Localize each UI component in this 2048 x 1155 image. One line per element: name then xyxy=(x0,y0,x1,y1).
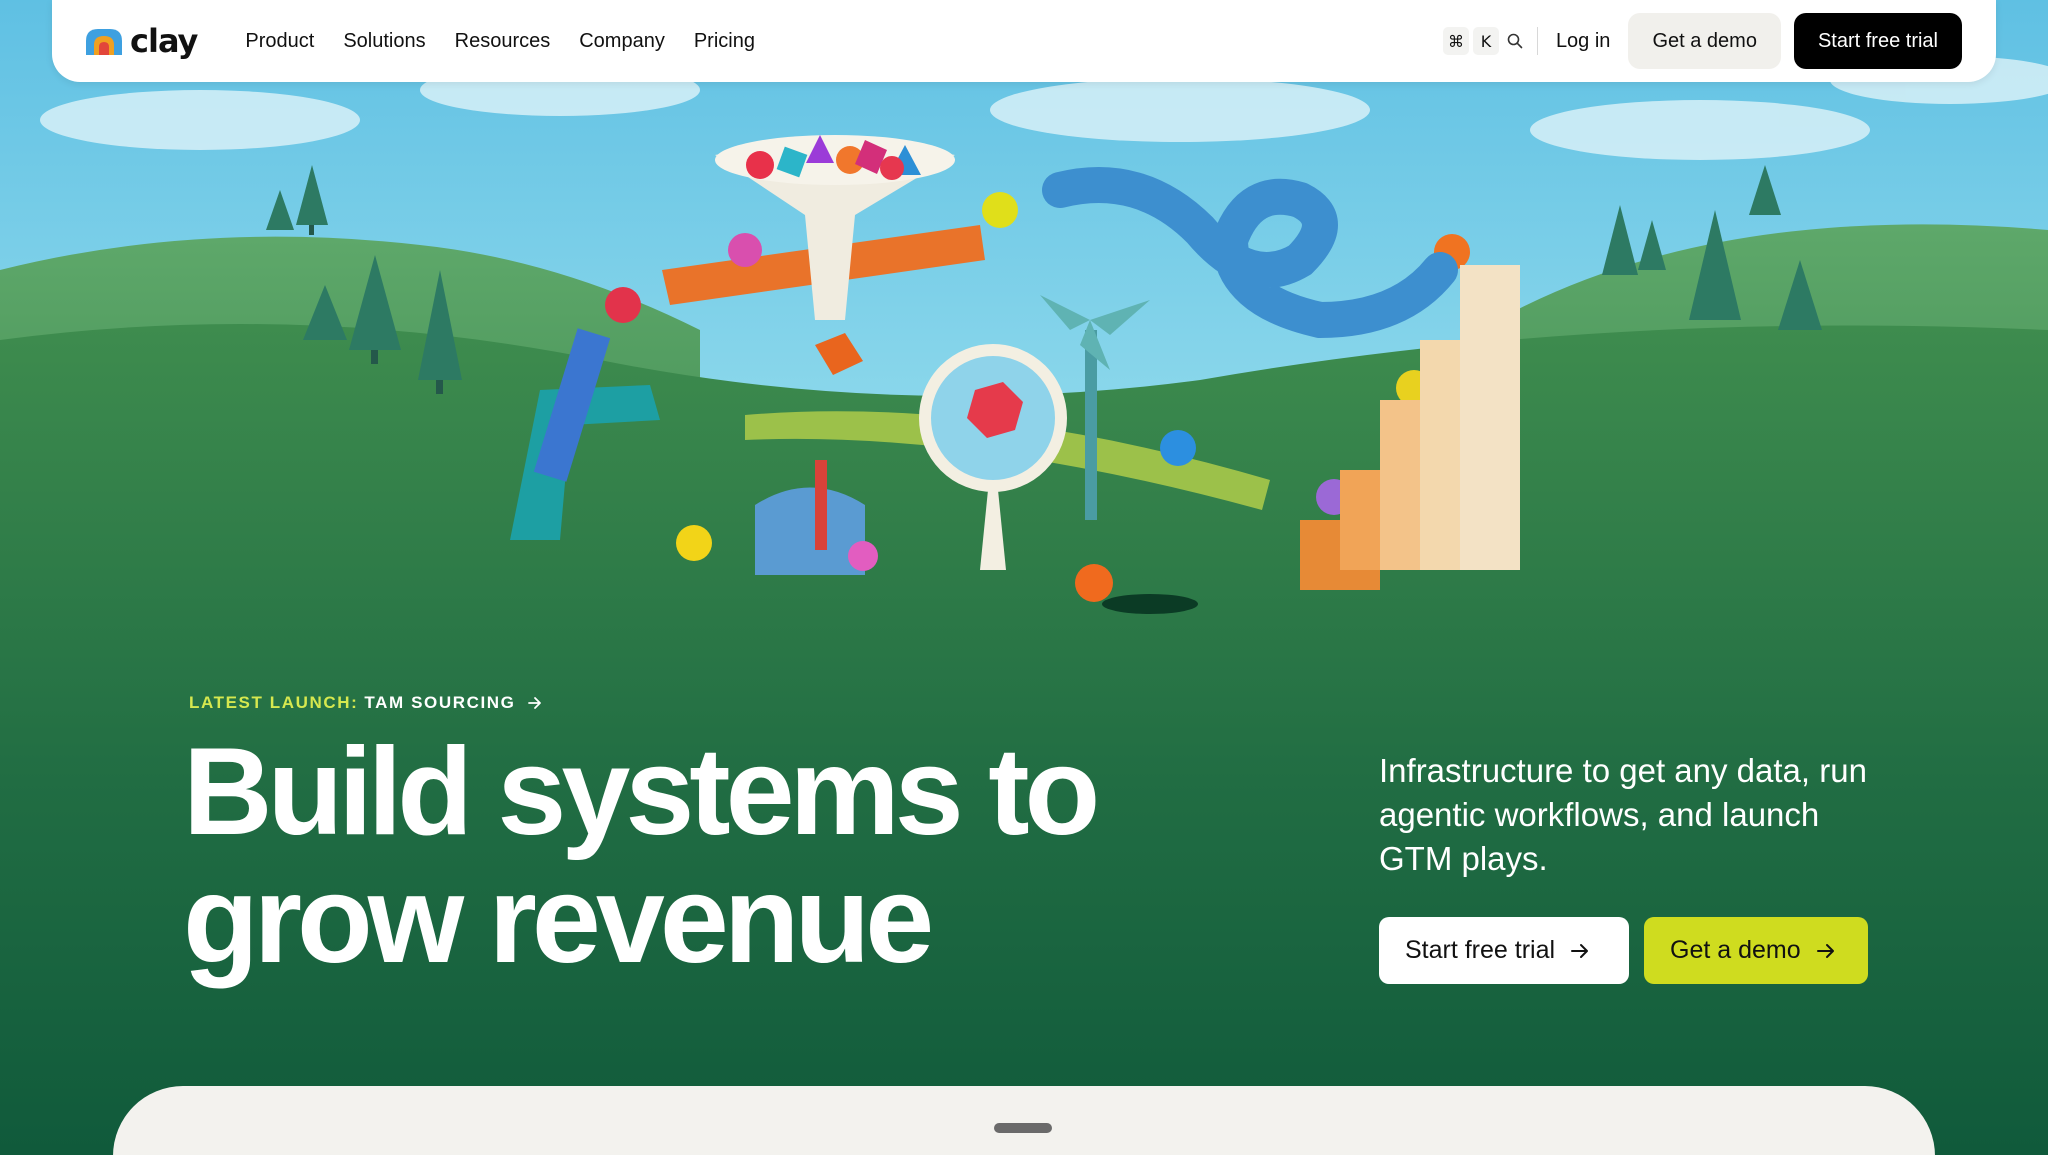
launch-name: TAM SOURCING xyxy=(364,693,516,712)
latest-launch-link[interactable]: LATEST LAUNCH: TAM SOURCING xyxy=(189,693,544,713)
headline-line-2: grow revenue xyxy=(183,851,934,989)
nav-divider xyxy=(1536,27,1538,55)
hero-get-demo-label: Get a demo xyxy=(1670,936,1801,964)
hero-get-demo-button[interactable]: Get a demo xyxy=(1644,917,1868,984)
nav-product[interactable]: Product xyxy=(245,30,314,53)
nav-solutions[interactable]: Solutions xyxy=(343,30,425,53)
hero-cta-row: Start free trial Get a demo xyxy=(1379,917,1868,984)
top-navbar: clay Product Solutions Resources Company… xyxy=(52,0,1996,82)
login-link[interactable]: Log in xyxy=(1556,30,1611,53)
primary-nav: Product Solutions Resources Company Pric… xyxy=(245,30,755,53)
command-search-shortcut[interactable]: ⌘ K xyxy=(1442,27,1527,55)
hero-headline: Build systems to grow revenue xyxy=(183,728,1123,984)
start-trial-button[interactable]: Start free trial xyxy=(1793,13,1962,69)
hero-start-trial-button[interactable]: Start free trial xyxy=(1379,917,1629,984)
arrow-right-icon xyxy=(527,697,541,709)
headline-line-1: Build systems to xyxy=(183,723,1100,861)
drag-handle[interactable] xyxy=(994,1123,1052,1133)
bottom-content-card xyxy=(113,1086,1935,1155)
hero-subhead: Infrastructure to get any data, run agen… xyxy=(1379,752,1867,877)
launch-prefix: LATEST LAUNCH: xyxy=(189,693,359,712)
logo-text: clay xyxy=(130,22,198,60)
clay-logo[interactable]: clay xyxy=(84,22,198,60)
arrow-right-icon xyxy=(1571,943,1589,958)
get-demo-button[interactable]: Get a demo xyxy=(1628,13,1781,69)
command-key: ⌘ xyxy=(1442,27,1469,55)
clay-logo-icon xyxy=(86,29,122,55)
nav-company[interactable]: Company xyxy=(579,30,665,53)
hero-start-trial-label: Start free trial xyxy=(1405,936,1556,964)
nav-resources[interactable]: Resources xyxy=(455,30,551,53)
nav-pricing[interactable]: Pricing xyxy=(694,30,755,53)
arrow-right-icon xyxy=(1816,943,1834,958)
k-key: K xyxy=(1472,27,1499,55)
search-icon xyxy=(1503,29,1527,53)
nav-actions: ⌘ K Log in Get a demo Start free trial xyxy=(1442,13,1962,69)
